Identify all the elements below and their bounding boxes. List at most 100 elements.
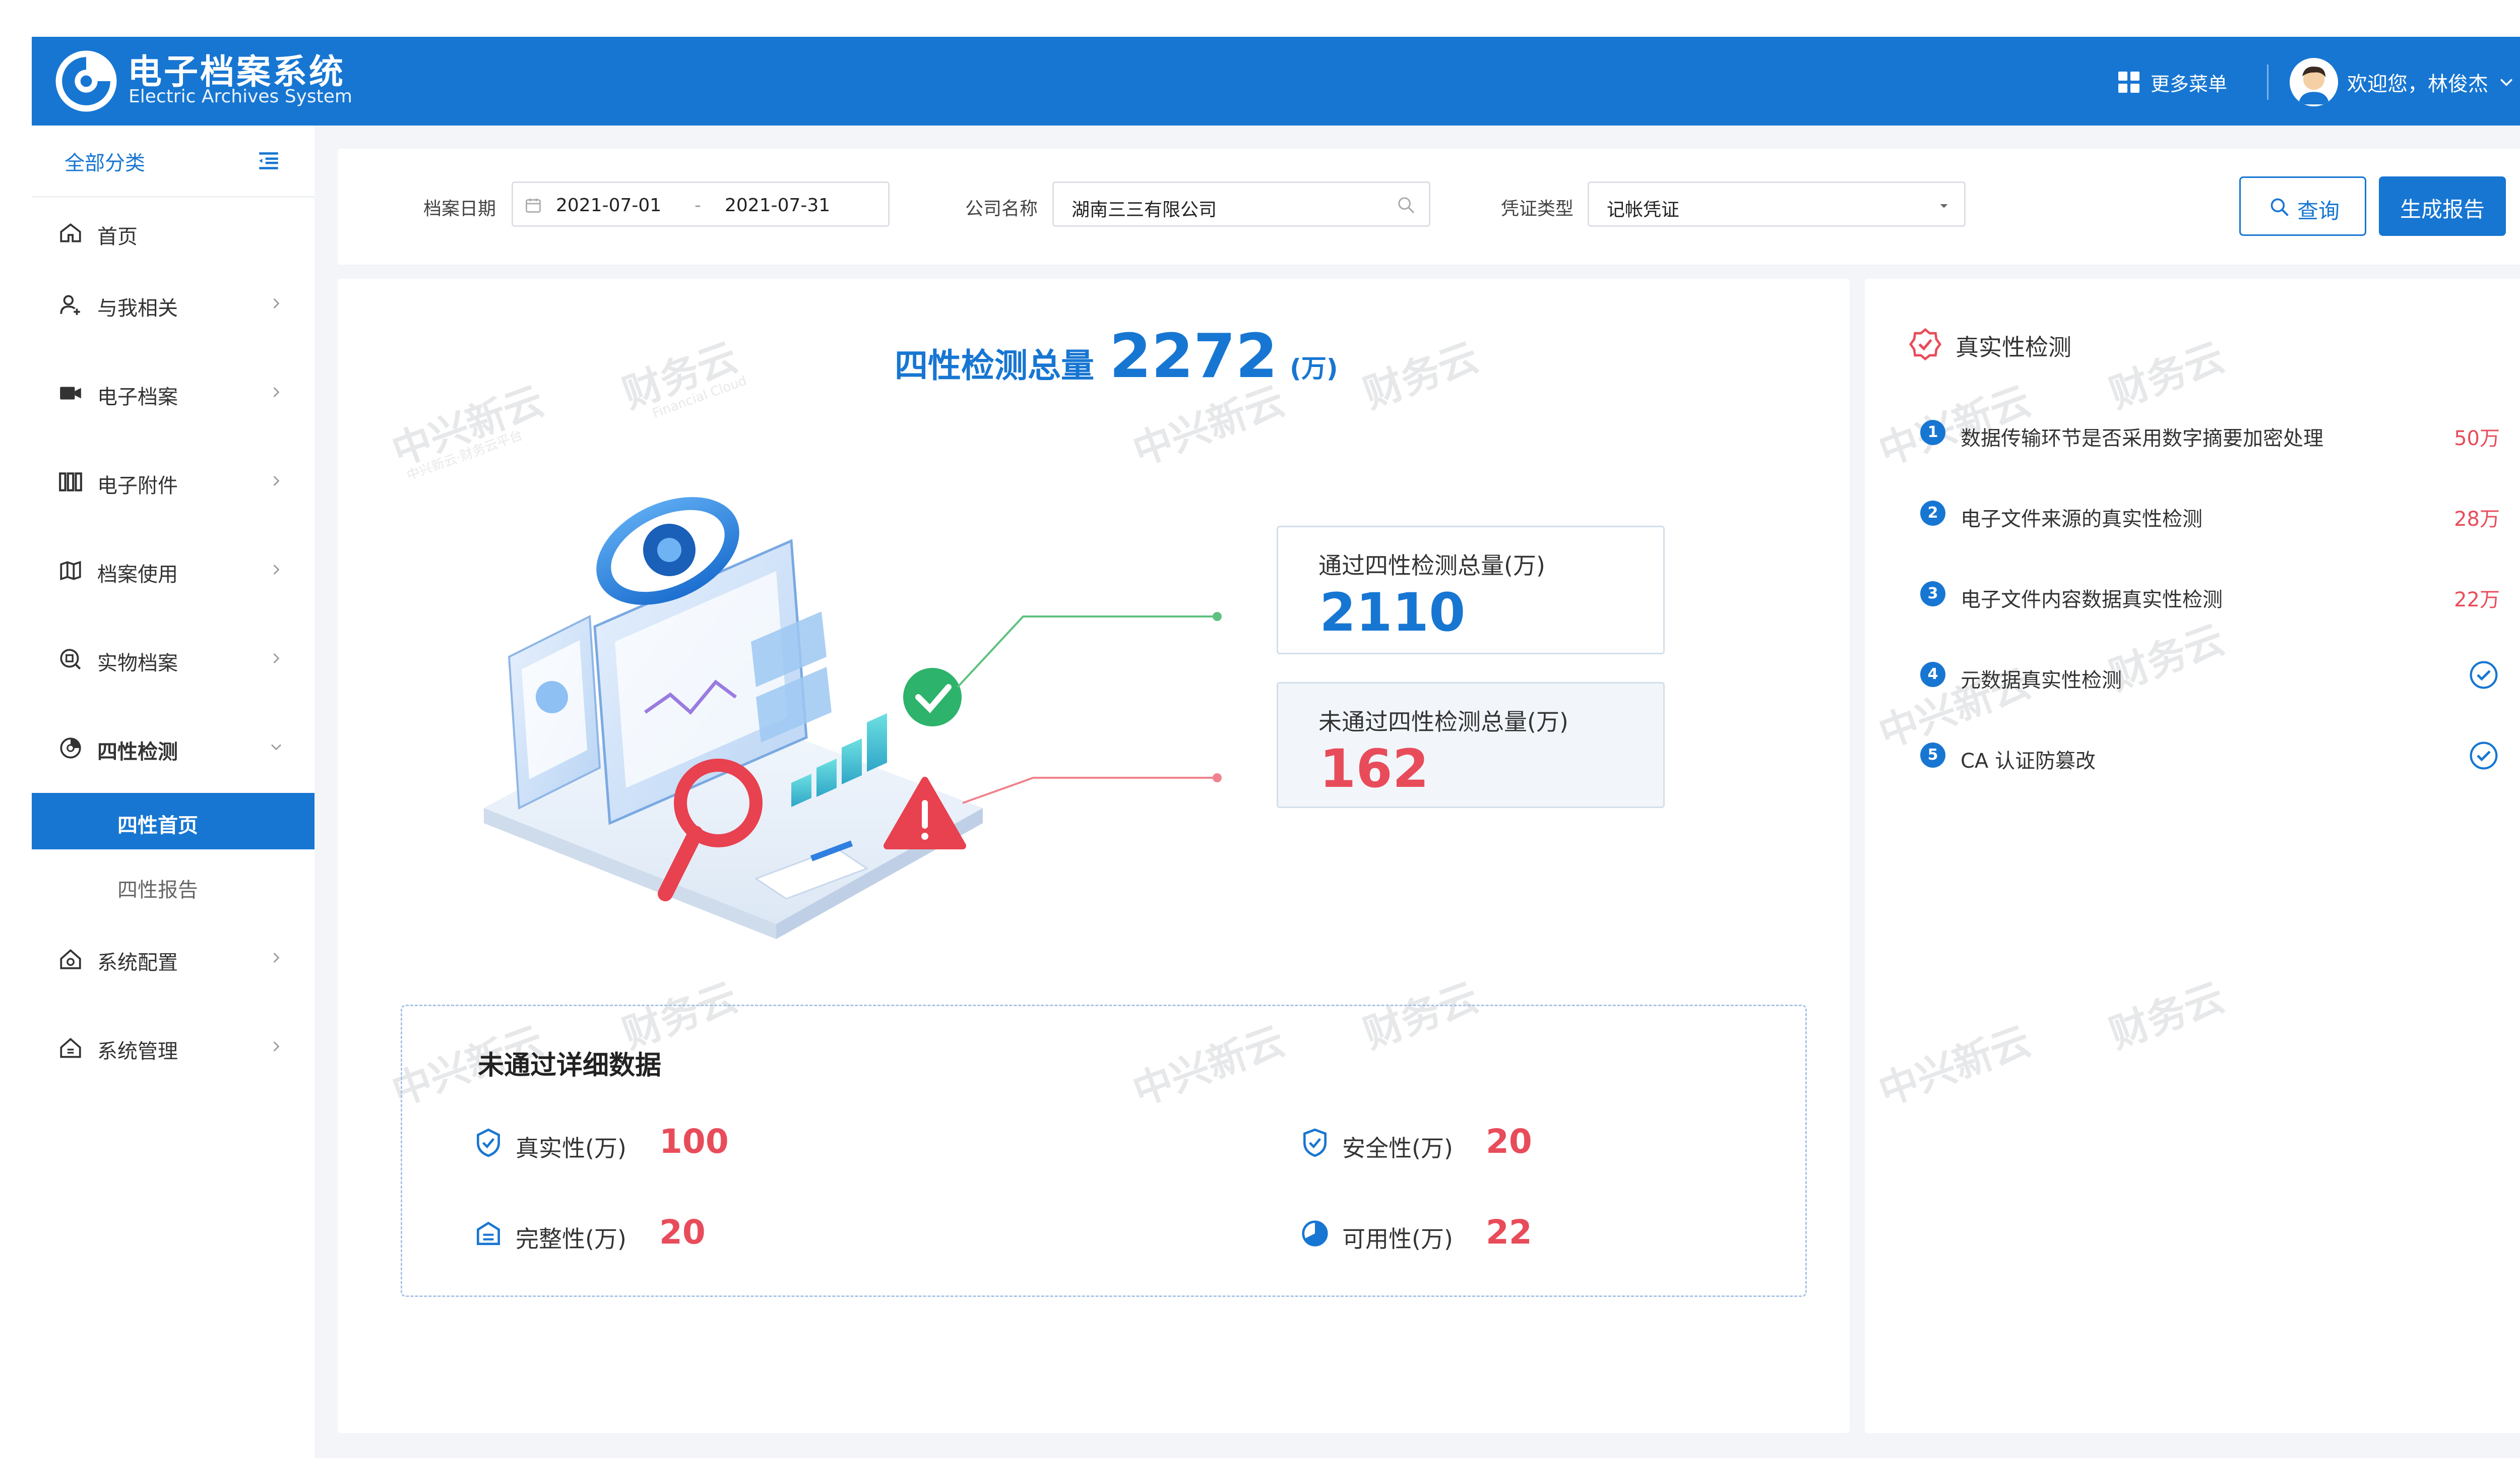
chevron-right-icon: [273, 298, 280, 308]
company-label: 公司名称: [965, 199, 1038, 219]
top-divider: [2267, 65, 2269, 100]
user-icon: [60, 295, 80, 315]
check-item: 4 元数据真实性检测: [1920, 657, 2500, 692]
app-subtitle: Electric Archives System: [129, 86, 352, 107]
chevron-right-icon: [273, 653, 280, 663]
sidebar-item-label: 首页: [97, 225, 138, 249]
metric-label: 安全性(万): [1342, 1135, 1453, 1162]
check-number: 3: [1920, 581, 1945, 606]
user-menu[interactable]: 欢迎您，林俊杰: [2290, 57, 2515, 107]
check-label: 数据传输环节是否采用数字摘要加密处理: [1961, 427, 2323, 450]
chevron-right-icon: [273, 953, 280, 963]
chevron-down-icon: [2500, 79, 2513, 86]
sidebar-header: 全部分类: [32, 126, 314, 198]
check-item: 3 电子文件内容数据真实性检测 22万: [1920, 576, 2500, 611]
company-value: 湖南三三有限公司: [1072, 200, 1217, 220]
sidebar-item-home[interactable]: 首页: [32, 205, 314, 261]
sidebar-item-label: 系统管理: [97, 1040, 178, 1063]
stack-icon: [477, 1221, 500, 1245]
pass-stat-card: 通过四性检测总量(万) 2110: [1277, 526, 1665, 654]
watermark: 中兴新云 财务云: [1873, 974, 2230, 1115]
sidebar-item-label: 电子档案: [97, 386, 178, 409]
sidebar-subitem-label: 四性首页: [117, 814, 198, 837]
sidebar: 全部分类 首页 与我相关 电子档案 电子附件 档案使用 实物档案 四性检测 四性…: [32, 126, 314, 1458]
detection-illustration: [484, 497, 1222, 939]
failed-details-box: 未通过详细数据 真实性(万) 100 安全性(万) 20 完整性(万) 20 可…: [401, 1005, 1807, 1297]
fail-value: 162: [1319, 738, 1429, 799]
sidebar-item-related[interactable]: 与我相关: [32, 277, 314, 332]
user-greeting: 欢迎您，林俊杰: [2347, 73, 2488, 96]
logo-icon: [55, 50, 117, 112]
check-label: 电子文件内容数据真实性检测: [1961, 588, 2223, 611]
check-value: 50万: [2454, 427, 2500, 450]
authenticity-panel: 中兴新云 财务云 中兴新云 财务云 中兴新云 财务云 真实性检测 1 数据传输环…: [1865, 279, 2520, 1433]
filter-bar: 档案日期 2021-07-01 - 2021-07-31 公司名称 湖南三三有限…: [338, 149, 2520, 265]
archive-date-label: 档案日期: [423, 199, 496, 219]
metric-value: 22: [1486, 1213, 1532, 1252]
sidebar-item-e-archives[interactable]: 电子档案: [32, 365, 314, 421]
map-icon: [60, 561, 81, 581]
chevron-right-icon: [273, 476, 280, 486]
chevron-down-icon: [271, 744, 281, 751]
voucher-type-select[interactable]: 记帐凭证: [1588, 181, 1966, 227]
metric-authenticity: 真实性(万) 100: [473, 1122, 775, 1162]
config-icon: [60, 949, 81, 969]
sidebar-item-system-manage[interactable]: 系统管理: [32, 1020, 314, 1075]
details-title: 未通过详细数据: [478, 1050, 662, 1081]
search-icon: [2271, 198, 2289, 216]
search-icon[interactable]: [1396, 195, 1416, 215]
badge-check-icon: [1909, 328, 1942, 361]
sidebar-item-attachments[interactable]: 电子附件: [32, 454, 314, 510]
check-circle-icon: [2470, 661, 2498, 689]
metric-availability: 可用性(万) 22: [1299, 1213, 1602, 1253]
metric-value: 20: [659, 1213, 706, 1252]
shield-check-icon: [477, 1128, 500, 1157]
overview-panel: 中兴新云 财务云 中兴新云·财务云平台 Financial Cloud 中兴新云…: [338, 279, 1850, 1433]
collapse-menu-icon[interactable]: [256, 148, 281, 173]
total-value: 2272: [1109, 322, 1278, 392]
grid-menu-icon: [2118, 72, 2139, 93]
total-detection: 四性检测总量 2272 (万): [895, 322, 1338, 392]
date-start[interactable]: 2021-07-01: [556, 195, 661, 216]
check-label: 元数据真实性检测: [1961, 669, 2122, 692]
fail-label: 未通过四性检测总量(万): [1318, 708, 1568, 735]
check-number: 1: [1920, 420, 1945, 445]
query-button[interactable]: 查询: [2239, 176, 2366, 236]
pass-value: 2110: [1319, 582, 1466, 643]
date-end[interactable]: 2021-07-31: [725, 195, 830, 216]
detection-icon: [60, 737, 81, 759]
shield-icon: [1303, 1128, 1327, 1157]
generate-report-button[interactable]: 生成报告: [2379, 176, 2506, 236]
generate-report-label: 生成报告: [2400, 197, 2485, 222]
company-search-input[interactable]: 湖南三三有限公司: [1052, 181, 1430, 227]
voucher-type-value: 记帐凭证: [1607, 200, 1680, 220]
check-value: 22万: [2454, 588, 2500, 611]
sidebar-item-four-nature[interactable]: 四性检测: [32, 720, 314, 776]
check-value: 28万: [2454, 508, 2500, 531]
sidebar-item-system-config[interactable]: 系统配置: [32, 931, 314, 986]
books-icon: [59, 472, 82, 491]
sidebar-item-label: 四性检测: [97, 740, 178, 764]
caret-down-icon: [1940, 204, 1948, 208]
all-categories-label[interactable]: 全部分类: [65, 147, 145, 176]
check-circle-icon: [2470, 741, 2498, 770]
metric-integrity: 完整性(万) 20: [473, 1213, 775, 1253]
query-button-label: 查询: [2297, 199, 2340, 223]
metric-label: 真实性(万): [516, 1135, 626, 1162]
sidebar-item-label: 系统配置: [97, 951, 178, 974]
chevron-right-icon: [273, 1041, 280, 1052]
video-icon: [60, 387, 81, 400]
sidebar-subitem-four-nature-home[interactable]: 四性首页: [32, 793, 314, 849]
home-icon: [60, 223, 81, 242]
more-menu-button[interactable]: 更多菜单: [2118, 67, 2227, 97]
date-range-picker[interactable]: 2021-07-01 - 2021-07-31: [512, 181, 890, 227]
sidebar-item-physical-archives[interactable]: 实物档案: [32, 632, 314, 687]
stamp-icon: [60, 649, 81, 670]
sidebar-item-archive-use[interactable]: 档案使用: [32, 543, 314, 598]
sidebar-subitem-four-nature-report[interactable]: 四性报告: [32, 857, 314, 914]
metric-label: 完整性(万): [516, 1225, 626, 1253]
chevron-right-icon: [273, 387, 280, 397]
check-item: 1 数据传输环节是否采用数字摘要加密处理 50万: [1920, 415, 2500, 450]
voucher-type-label: 凭证类型: [1501, 199, 1574, 219]
check-label: CA 认证防篡改: [1961, 750, 2096, 773]
